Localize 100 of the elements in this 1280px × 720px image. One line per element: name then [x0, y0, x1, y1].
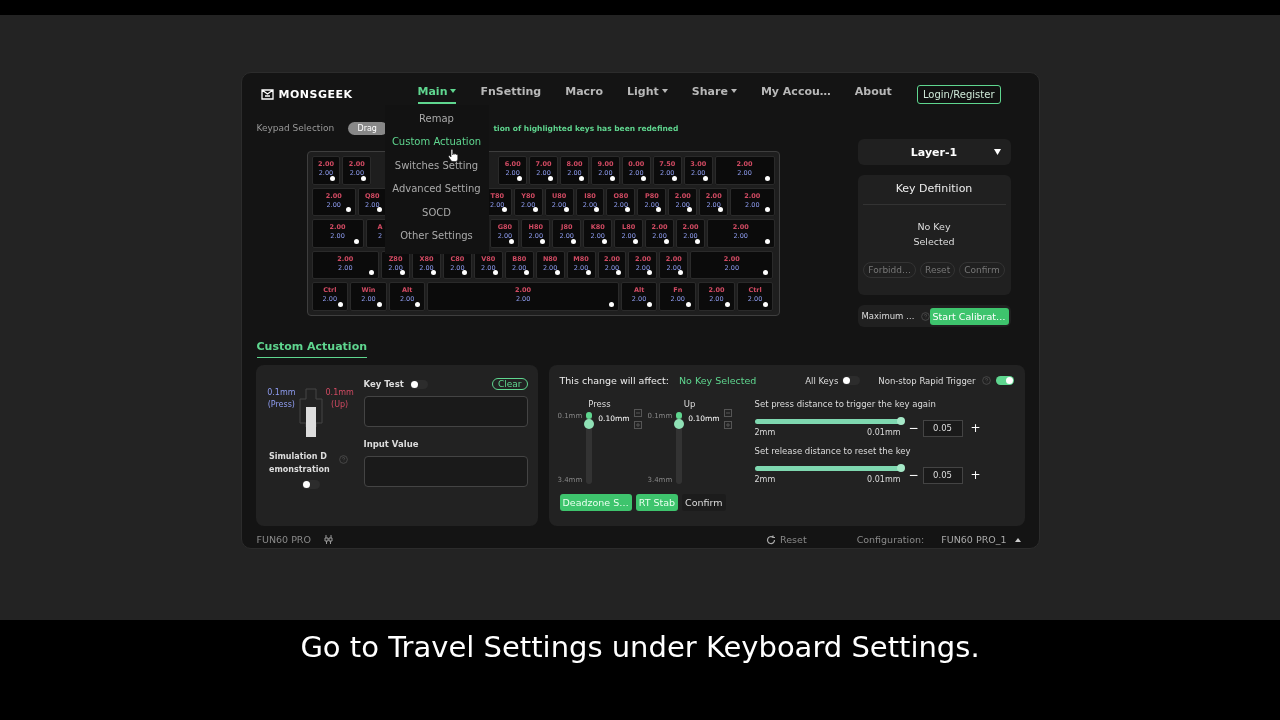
configuration-value[interactable]: FUN60 PRO_1 — [941, 534, 1007, 545]
action-button[interactable]: Confirm — [682, 494, 726, 511]
key-dot — [609, 175, 615, 181]
key-dot — [686, 301, 692, 307]
press-reading: 0.1mm (Press) — [267, 387, 296, 411]
nav-tab[interactable]: My Accou… — [760, 84, 831, 104]
key-dot — [361, 175, 367, 181]
slider-max: 0.01mm — [867, 475, 901, 484]
slider-max: 0.01mm — [867, 428, 901, 437]
key-dot — [461, 270, 467, 275]
key-dot — [664, 238, 669, 244]
login-button[interactable]: Login/Register — [916, 84, 1001, 104]
caret-icon[interactable] — [1014, 537, 1021, 542]
key-dot — [633, 238, 639, 244]
up-reading: 0.1mm (Up) — [325, 387, 354, 411]
menu-item[interactable]: Switches Setting — [394, 153, 479, 177]
key-dot — [616, 270, 622, 275]
input-value-field[interactable] — [363, 456, 528, 487]
key-dot — [678, 270, 684, 275]
key-dot — [563, 207, 569, 212]
slider-thumb[interactable] — [896, 464, 905, 472]
nav-tab[interactable]: FnSetting — [480, 84, 542, 104]
layer-select[interactable]: Layer-1 — [857, 139, 1011, 165]
all-keys-label: All Keys — [805, 375, 839, 386]
key-dot — [415, 301, 421, 307]
setting-label: Set release distance to reset the key — [754, 446, 912, 456]
distance-field[interactable]: 0.05 — [922, 419, 963, 437]
key-dot — [702, 175, 708, 181]
device-name: FUN60 PRO — [256, 534, 311, 545]
reset-button[interactable]: Reset — [760, 533, 813, 546]
all-keys-toggle[interactable] — [842, 376, 861, 385]
menu-item[interactable]: Other Settings — [400, 224, 473, 248]
key-dot — [501, 207, 507, 212]
rapid-trigger-label: Non-stop Rapid Trigger — [878, 375, 976, 386]
slider-label: Up — [683, 399, 696, 409]
key-dot — [338, 301, 344, 307]
key-dot — [353, 238, 359, 244]
panel-title: Key Definition — [862, 182, 1006, 205]
plus-button[interactable]: + — [970, 468, 981, 482]
logo-icon — [260, 88, 274, 100]
minus-button[interactable]: − — [908, 421, 919, 435]
slider-thumb[interactable] — [584, 419, 595, 430]
switch-drawing — [296, 387, 325, 439]
section-title: Custom Actuation — [256, 340, 368, 358]
key-dot — [640, 175, 646, 181]
key-dot — [718, 207, 724, 212]
key-dot — [724, 301, 730, 307]
nav-tab[interactable]: Share — [691, 84, 737, 104]
key-dot — [694, 238, 700, 244]
menu-item[interactable]: Custom Actuation — [391, 130, 482, 154]
key-dot — [523, 270, 529, 275]
empty-message: No Key Selected — [912, 220, 956, 249]
key-dot — [602, 238, 608, 244]
menu-item[interactable]: SOCD — [422, 200, 451, 224]
key-dot — [517, 175, 523, 181]
input-value-label: Input Value — [363, 439, 419, 449]
simulation-toggle[interactable] — [301, 480, 320, 489]
slider-min: 2mm — [754, 428, 776, 437]
menu-item[interactable]: Advanced Setting — [392, 177, 481, 201]
travel-slider[interactable] — [586, 412, 593, 484]
setting-label: Set press distance to trigger the key again — [754, 399, 937, 409]
nav-tab[interactable]: About — [854, 84, 892, 104]
slider-thumb[interactable] — [674, 419, 685, 430]
key-dot — [647, 301, 653, 307]
key-dot — [763, 301, 769, 307]
key-test-label: Key Test — [363, 379, 404, 389]
drag-toggle[interactable]: Drag — [347, 121, 388, 135]
nav-tab[interactable]: Light — [627, 84, 668, 104]
key-dot — [554, 270, 560, 275]
slider-min: 2mm — [754, 475, 776, 484]
nav-tab[interactable]: Main — [417, 84, 457, 104]
menu-item[interactable]: Remap — [419, 106, 454, 130]
distance-field[interactable]: 0.05 — [922, 466, 963, 484]
key-dot — [369, 270, 375, 275]
key-dot — [608, 301, 614, 307]
simulation-title: Simulation Demonstration — [269, 451, 331, 476]
key-dot — [764, 238, 770, 244]
key-dot — [594, 207, 600, 212]
configuration-label: Configuration: — [856, 534, 925, 545]
nav-tab[interactable]: Macro — [565, 84, 604, 104]
travel-slider[interactable] — [676, 412, 683, 484]
rapid-trigger-toggle[interactable] — [995, 376, 1014, 385]
key-test-toggle[interactable] — [409, 379, 428, 389]
key-dot — [400, 270, 405, 275]
key-dot — [647, 270, 653, 275]
key-dot — [764, 207, 770, 212]
minus-button[interactable]: − — [908, 468, 919, 482]
refresh-icon — [766, 534, 777, 545]
key-dot — [330, 175, 336, 181]
affect-label: This change will affect: — [559, 375, 669, 386]
key-dot — [687, 207, 693, 212]
connection-icon — [322, 534, 334, 545]
plus-button[interactable]: + — [970, 421, 981, 435]
calibration-label: Maximum … — [861, 311, 915, 321]
hand-cursor-icon — [447, 148, 458, 162]
slider-thumb[interactable] — [896, 417, 905, 425]
key-test-field[interactable] — [363, 396, 528, 427]
caret-icon — [993, 149, 1001, 155]
key-dot — [540, 238, 546, 244]
key-dot — [376, 207, 382, 212]
